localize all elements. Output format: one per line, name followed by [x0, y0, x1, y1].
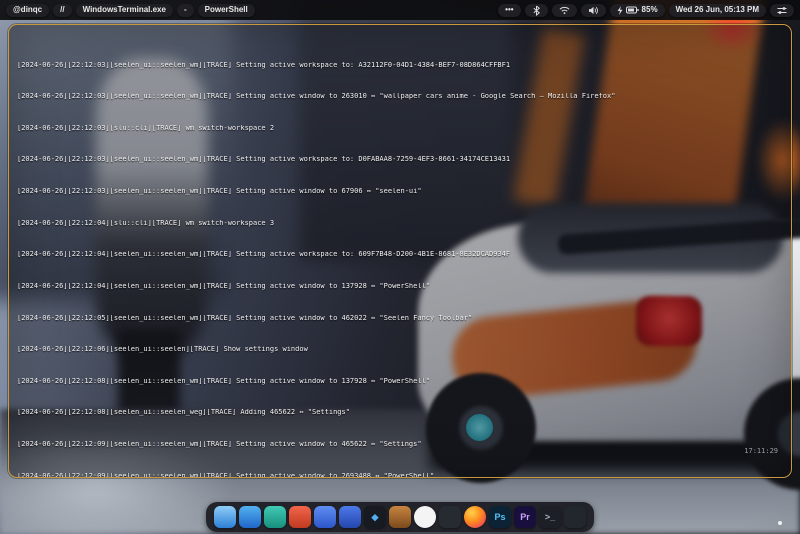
log-line: [2024-06-26][22:12:03][slu::cli][TRACE] … — [17, 125, 783, 133]
dock-app-glyph: >_ — [545, 512, 555, 522]
wifi-button[interactable] — [552, 4, 577, 17]
log-line: [2024-06-26][22:12:09][seelen_ui::seelen… — [17, 473, 783, 478]
toolbar-app-pill[interactable]: PowerShell — [198, 4, 255, 17]
dock-app[interactable] — [314, 506, 336, 528]
dock-app-glyph: Ps — [494, 512, 505, 522]
battery-percent: 85% — [642, 6, 658, 14]
dock-app[interactable]: Pr — [514, 506, 536, 528]
toolbar-app-pill[interactable]: - — [177, 4, 194, 17]
toolbar-right-group: ••• — [498, 4, 794, 17]
toolbar-app-pill[interactable]: @dinqc — [6, 4, 49, 17]
dock-app[interactable] — [289, 506, 311, 528]
wifi-icon — [559, 6, 570, 15]
log-line: [2024-06-26][22:12:04][seelen_ui::seelen… — [17, 283, 783, 291]
quick-settings-icon — [777, 6, 787, 15]
dock: ◆ Ps Pr — [206, 502, 594, 532]
datetime-label: Wed 26 Jun, 05:13 PM — [676, 6, 759, 14]
battery-button[interactable]: 85% — [610, 4, 665, 17]
bluetooth-icon — [532, 5, 541, 16]
volume-icon — [588, 6, 599, 15]
dock-app[interactable] — [464, 506, 486, 528]
log-line: [2024-06-26][22:12:04][slu::cli][TRACE] … — [17, 220, 783, 228]
show-desktop-dot[interactable] — [778, 521, 782, 525]
dock-app[interactable] — [439, 506, 461, 528]
dock-app-glyph: ◆ — [372, 512, 379, 523]
dock-app-glyph: Pr — [520, 512, 530, 522]
dock-app[interactable] — [214, 506, 236, 528]
fancy-toolbar: @dinqc // WindowsTerminal.exe - PowerShe… — [0, 0, 800, 20]
log-line: [2024-06-26][22:12:03][seelen_ui::seelen… — [17, 62, 783, 70]
toolbar-left-group: @dinqc // WindowsTerminal.exe - PowerShe… — [6, 4, 255, 17]
dock-app[interactable] — [339, 506, 361, 528]
volume-button[interactable] — [581, 4, 606, 17]
terminal-log: [2024-06-26][22:12:03][seelen_ui::seelen… — [9, 25, 791, 478]
dock-app[interactable] — [239, 506, 261, 528]
more-options-label: ••• — [505, 6, 513, 14]
terminal-window[interactable]: [2024-06-26][22:12:03][seelen_ui::seelen… — [8, 24, 792, 478]
datetime-button[interactable]: Wed 26 Jun, 05:13 PM — [669, 4, 766, 17]
log-line: [2024-06-26][22:12:06][seelen_ui::seelen… — [17, 346, 783, 354]
bluetooth-button[interactable] — [525, 4, 548, 17]
dock-app[interactable] — [414, 506, 436, 528]
log-line: [2024-06-26][22:12:05][seelen_ui::seelen… — [17, 315, 783, 323]
more-options-button[interactable]: ••• — [498, 4, 520, 17]
terminal-clock: 17:11:29 — [744, 447, 778, 455]
log-line: [2024-06-26][22:12:04][seelen_ui::seelen… — [17, 251, 783, 259]
quick-settings-button[interactable] — [770, 4, 794, 17]
dock-app[interactable] — [264, 506, 286, 528]
dock-app[interactable]: ◆ — [364, 506, 386, 528]
log-line: [2024-06-26][22:12:03][seelen_ui::seelen… — [17, 93, 783, 101]
desktop: @dinqc // WindowsTerminal.exe - PowerShe… — [0, 0, 800, 534]
log-line: [2024-06-26][22:12:03][seelen_ui::seelen… — [17, 156, 783, 164]
dock-app[interactable] — [564, 506, 586, 528]
log-line: [2024-06-26][22:12:03][seelen_ui::seelen… — [17, 188, 783, 196]
log-line: [2024-06-26][22:12:08][seelen_ui::seelen… — [17, 378, 783, 386]
battery-icon — [626, 6, 639, 14]
charging-bolt-icon — [617, 6, 623, 15]
dock-app[interactable]: >_ — [539, 506, 561, 528]
log-line: [2024-06-26][22:12:09][seelen_ui::seelen… — [17, 441, 783, 449]
dock-app[interactable] — [389, 506, 411, 528]
toolbar-app-pill[interactable]: WindowsTerminal.exe — [76, 4, 173, 17]
dock-app[interactable]: Ps — [489, 506, 511, 528]
toolbar-app-pill[interactable]: // — [53, 4, 71, 17]
log-line: [2024-06-26][22:12:08][seelen_ui::seelen… — [17, 409, 783, 417]
